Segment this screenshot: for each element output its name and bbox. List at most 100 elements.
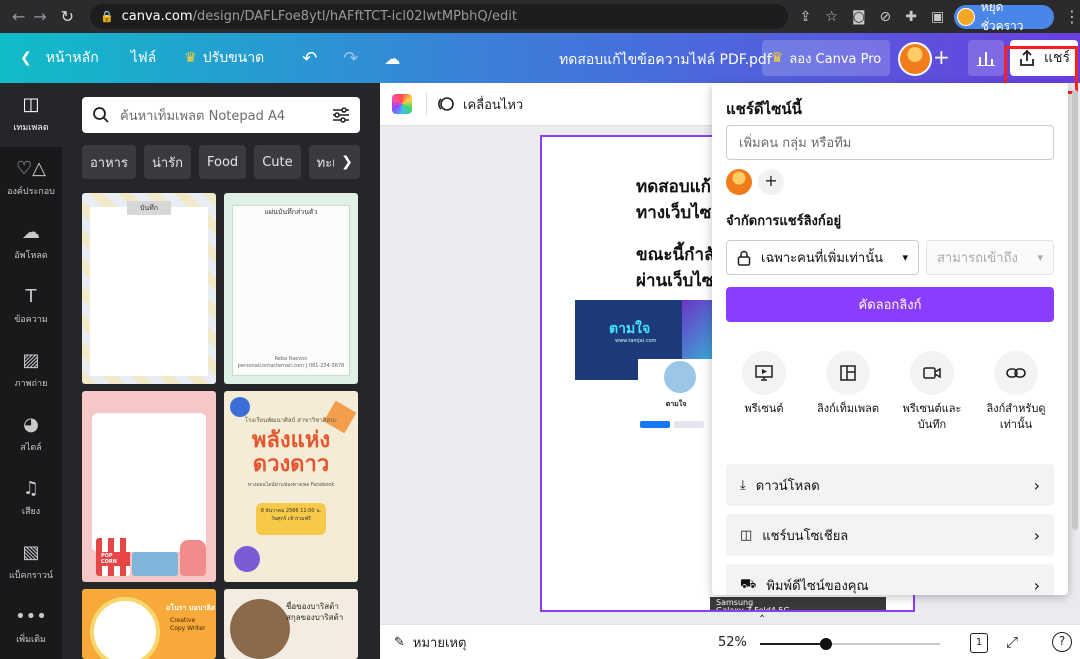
chip[interactable]: Cute: [254, 145, 301, 179]
chip[interactable]: น่ารัก: [143, 145, 192, 179]
template-search[interactable]: ค้นหาเท็มเพลต Notepad A4: [82, 97, 360, 133]
rail-item-uploads[interactable]: ☁ อัพโหลด: [0, 211, 62, 275]
puzzle-extensions-icon[interactable]: ✚: [905, 9, 917, 25]
page-count-button[interactable]: 1: [970, 633, 988, 653]
page-text-line[interactable]: ทดสอบแก้: [636, 175, 711, 199]
chip[interactable]: Food: [199, 145, 247, 179]
collaborator-avatar[interactable]: [726, 169, 752, 195]
chevron-right-icon: ›: [1033, 575, 1040, 595]
template-thumbnail[interactable]: อโนรา มอนาลิส Creative Copy Writer: [82, 589, 216, 659]
rail-item-styles[interactable]: ◕ สไตล์: [0, 403, 62, 467]
profile-card-avatar: [662, 359, 698, 395]
toolbar-divider: [426, 93, 427, 115]
back-arrow-icon[interactable]: ←: [8, 7, 29, 26]
document-title[interactable]: ทดสอบแก้ไขข้อความไฟล์ PDF.pdf: [559, 49, 772, 71]
share-social-label: แชร์บนโซเชียล: [762, 528, 849, 544]
template-link-action[interactable]: ลิงก์เท็มเพลต: [806, 351, 890, 417]
cloud-save-icon[interactable]: ☁: [374, 40, 410, 76]
paper: [92, 413, 206, 552]
kebab-menu-icon[interactable]: ⋮: [1064, 7, 1080, 26]
file-menu-button[interactable]: ไฟล์: [121, 40, 167, 76]
rail-label: สไตล์: [20, 443, 42, 453]
bookmark-star-icon[interactable]: ☆: [825, 9, 838, 25]
side-rail: ◫ เทมเพลต ♡△ องค์ประกอบ ☁ อัพโหลด T ข้อค…: [0, 83, 62, 659]
rail-item-templates[interactable]: ◫ เทมเพลต: [0, 83, 62, 147]
zoom-value[interactable]: 52%: [718, 635, 747, 650]
rail-item-background[interactable]: ▧ แบ็คกราวน์: [0, 531, 62, 595]
address-bar[interactable]: 🔒 canva.com /design/DAFLFoe8ytl/hAFftTCT…: [89, 4, 788, 29]
animate-button[interactable]: เคลื่อนไหว: [437, 94, 523, 115]
rail-label: แบ็คกราวน์: [8, 571, 54, 581]
rail-item-elements[interactable]: ♡△ องค์ประกอบ: [0, 147, 62, 211]
help-icon[interactable]: ?: [1052, 632, 1072, 652]
present-action[interactable]: พรีเซนต์: [722, 351, 806, 417]
profile-card-image[interactable]: ตามใจ: [638, 359, 714, 437]
zoom-slider[interactable]: [760, 638, 940, 650]
notes-icon: ✎: [394, 634, 405, 650]
color-picker-swatch[interactable]: [392, 94, 412, 114]
rail-label: เสียง: [21, 507, 41, 517]
resize-button[interactable]: ♛ ปรับขนาด: [174, 40, 274, 76]
add-people-input[interactable]: เพิ่มคน กลุ่ม หรือทีม: [726, 125, 1054, 160]
home-button[interactable]: ❮ หน้าหลัก: [10, 40, 109, 76]
chips-next-icon[interactable]: ❯: [334, 145, 360, 179]
template-thumbnail[interactable]: ชื่อของบาริสต้า สกุลของบาริสต้า: [224, 589, 358, 659]
share-panel-scrollbar[interactable]: [1072, 90, 1078, 530]
page-text-line[interactable]: ขณะนี้กำลั: [636, 243, 714, 267]
try-pro-button[interactable]: ♛ ลอง Canva Pro: [762, 40, 890, 76]
present-record-action[interactable]: พรีเซนต์และ บันทึก: [890, 351, 974, 433]
template-thumbnail[interactable]: บันทึก: [82, 193, 216, 384]
extension-blocked-icon[interactable]: ⊘: [880, 9, 892, 25]
share-social-row[interactable]: ◫ แชร์บนโซเชียล ›: [726, 514, 1054, 556]
view-only-link-action[interactable]: ลิงก์สำหรับดู เท่านั้น: [974, 351, 1058, 433]
chevron-right-icon: ›: [1033, 475, 1040, 495]
reload-icon[interactable]: ↻: [57, 7, 78, 26]
rail-item-audio[interactable]: ♫ เสียง: [0, 467, 62, 531]
link-access-select[interactable]: เฉพาะคนที่เพิ่มเท่านั้น ▾: [726, 240, 919, 275]
sidebar-toggle-icon[interactable]: ▣: [931, 9, 944, 25]
download-row[interactable]: ⤓ ดาวน์โหลด ›: [726, 464, 1054, 506]
copy-link-button[interactable]: คัดลอกลิงก์: [726, 287, 1054, 322]
portrait-photo: [90, 597, 160, 659]
link-icon: [994, 351, 1038, 395]
page-screenshot-image[interactable]: Samsung Galaxy Z Fold4 5G: [710, 597, 886, 610]
search-icon: [93, 107, 109, 123]
canvas-toolbar: เคลื่อนไหว: [380, 83, 712, 126]
zoom-slider-knob[interactable]: [820, 638, 832, 650]
user-avatar[interactable]: [898, 42, 932, 76]
template-thumbnail[interactable]: โรงเรียนพัฒนาศิลป์ สาขาวิชาศิลปะ พลังแห่…: [224, 391, 358, 582]
permission-select[interactable]: สามารถเข้าถึง ▾: [926, 240, 1054, 275]
profile-card-button: [674, 421, 704, 428]
profile-chip[interactable]: หยุดชั่วคราว: [954, 0, 1055, 33]
share-panel-title: แชร์ดีไซน์นี้: [726, 100, 802, 118]
print-design-row[interactable]: ⛟ พิมพ์ดีไซน์ของคุณ ›: [726, 564, 1054, 595]
rail-item-more[interactable]: ••• เพิ่มเติม: [0, 595, 62, 659]
forward-arrow-icon[interactable]: →: [29, 7, 50, 26]
add-collaborator-button[interactable]: +: [758, 169, 784, 195]
photo-icon: ▨: [22, 350, 40, 371]
thumb-footer: Reba Raevon personalcontactemail.com | 0…: [237, 356, 345, 369]
fullscreen-icon[interactable]: ⤢: [1006, 633, 1018, 651]
thumb-subtitle: โรงเรียนพัฒนาศิลป์ สาขาวิชาศิลปะ: [244, 417, 338, 424]
rail-label: ข้อความ: [14, 315, 48, 325]
bottom-bar: ✎ หมายเหตุ 52% 1 ⤢ ?: [380, 624, 1080, 659]
template-thumbnail[interactable]: แผ่นบันทึกส่วนตัว Reba Raevon personalco…: [224, 193, 358, 384]
rail-item-text[interactable]: T ข้อความ: [0, 275, 62, 339]
template-thumbnail[interactable]: POP CORN: [82, 391, 216, 582]
deco-shape: [230, 397, 250, 417]
undo-button[interactable]: ↶: [292, 40, 327, 76]
redo-button[interactable]: ↷: [333, 40, 368, 76]
filter-sliders-icon[interactable]: [332, 107, 350, 123]
insights-button[interactable]: [968, 40, 1004, 76]
present-label: พรีเซนต์: [744, 402, 784, 415]
thumb-tag: บันทึก: [127, 201, 171, 215]
elements-icon: ♡△: [16, 158, 46, 179]
page-text-line[interactable]: ทางเว็บไซต: [636, 201, 722, 225]
share-page-icon[interactable]: ⇪: [800, 9, 812, 25]
rail-item-photos[interactable]: ▨ ภาพถ่าย: [0, 339, 62, 403]
notes-button[interactable]: ✎ หมายเหตุ: [394, 632, 466, 653]
banner-logo-text: ตามใจ: [609, 321, 651, 337]
camera-icon[interactable]: ◙: [852, 9, 866, 25]
chip[interactable]: อาหาร: [82, 145, 136, 179]
add-collaborator-icon[interactable]: +: [933, 45, 950, 69]
